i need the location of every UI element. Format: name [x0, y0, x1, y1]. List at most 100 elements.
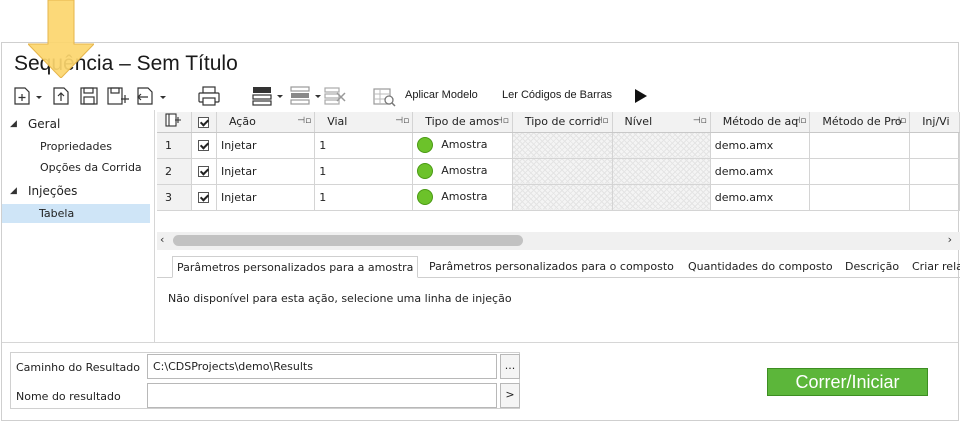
cell-sample-type[interactable]: Amostra: [412, 184, 513, 211]
play-icon: [635, 89, 647, 103]
cell-run-type: [512, 184, 613, 211]
cell-proc-method[interactable]: [809, 132, 911, 159]
cell-level: [612, 184, 711, 211]
scrollbar-thumb[interactable]: [173, 235, 523, 246]
scroll-right-icon[interactable]: ›: [948, 233, 952, 246]
play-button[interactable]: [630, 84, 650, 108]
cell-sample-type[interactable]: Amostra: [412, 158, 513, 185]
row-checkbox[interactable]: [191, 184, 217, 211]
down-arrow-highlight-icon: [28, 0, 94, 78]
save-as-icon: [107, 87, 129, 105]
cell-proc-method[interactable]: [809, 158, 911, 185]
insert-rows-button[interactable]: [250, 84, 286, 108]
navigation-tree: ◢ Geral Propriedades Opções da Corrida ◢…: [2, 111, 154, 341]
tree-group-geral[interactable]: ◢ Geral: [10, 117, 60, 131]
row-checkbox[interactable]: [191, 132, 217, 159]
column-header-tipo-corrida[interactable]: Tipo de corrid ⊣▫: [512, 112, 613, 133]
apply-model-icon-button[interactable]: [370, 84, 398, 108]
printer-icon: [198, 86, 220, 106]
cell-inj-vial[interactable]: [909, 184, 960, 211]
tab-compound-custom-params[interactable]: Parâmetros personalizados para o compost…: [425, 256, 678, 278]
tree-group-injecoes[interactable]: ◢ Injeções: [10, 184, 77, 198]
sample-status-dot-icon: [417, 137, 434, 153]
tree-item-opcoes-corrida[interactable]: Opções da Corrida: [40, 161, 142, 174]
result-path-input[interactable]: C:\CDSProjects\demo\Results: [147, 354, 497, 379]
checkbox-checked-icon[interactable]: [198, 166, 210, 177]
horizontal-scrollbar[interactable]: ‹ ›: [157, 232, 960, 250]
row-checkbox[interactable]: [191, 158, 217, 185]
fill-down-button[interactable]: [288, 84, 324, 108]
column-header-vial[interactable]: Vial ⊣▫: [314, 112, 414, 133]
tree-item-propriedades[interactable]: Propriedades: [40, 140, 112, 153]
cell-inj-vial[interactable]: [909, 132, 960, 159]
read-barcodes-button[interactable]: Ler Códigos de Barras: [502, 89, 612, 101]
column-header-label: Nível: [624, 115, 653, 129]
column-header-metodo-processamento[interactable]: Método de Pro ⊣▫: [809, 112, 911, 133]
add-column-header-button[interactable]: [157, 112, 193, 133]
table-row[interactable]: 2 Injetar 1 Amostra demo.amx: [157, 158, 960, 185]
cell-sample-type[interactable]: Amostra: [412, 132, 513, 159]
cell-inj-vial[interactable]: [909, 158, 960, 185]
cell-acq-method[interactable]: demo.amx: [710, 158, 811, 185]
save-button[interactable]: [78, 84, 100, 108]
pin-icon[interactable]: ⊣▫: [297, 116, 311, 126]
column-header-nivel[interactable]: Nível ⊣▫: [612, 112, 711, 133]
pin-icon[interactable]: ⊣▫: [595, 116, 609, 126]
select-all-checkbox[interactable]: [191, 112, 217, 133]
tab-sample-custom-params[interactable]: Parâmetros personalizados para a amostra: [172, 256, 419, 278]
pin-icon[interactable]: ⊣▫: [395, 116, 409, 126]
apply-model-button[interactable]: Aplicar Modelo: [405, 89, 478, 101]
horizontal-splitter[interactable]: [2, 342, 958, 343]
checkbox-checked-icon[interactable]: [198, 192, 210, 203]
sample-status-dot-icon: [417, 163, 434, 179]
print-button[interactable]: [196, 84, 222, 108]
detail-tabs: Parâmetros personalizados para a amostra…: [157, 256, 960, 278]
save-as-button[interactable]: [106, 84, 130, 108]
cell-proc-method[interactable]: [809, 184, 911, 211]
cell-vial[interactable]: 1: [314, 158, 414, 185]
save-icon: [80, 87, 98, 105]
cell-run-type: [512, 132, 613, 159]
tree-item-tabela[interactable]: Tabela: [2, 204, 150, 223]
result-path-label: Caminho do Resultado: [16, 361, 141, 374]
scroll-left-icon[interactable]: ‹: [160, 233, 164, 246]
checkbox-checked-icon[interactable]: [198, 140, 210, 151]
vertical-splitter[interactable]: [154, 110, 155, 342]
new-file-icon: [14, 87, 42, 105]
cell-acq-method[interactable]: demo.amx: [710, 184, 811, 211]
export-file-icon: [137, 87, 166, 105]
tab-compound-quantities[interactable]: Quantidades do composto: [684, 256, 837, 278]
collapse-triangle-icon[interactable]: ◢: [10, 119, 20, 129]
delete-rows-button[interactable]: [322, 84, 348, 108]
tab-description[interactable]: Descrição: [841, 256, 903, 278]
pin-icon[interactable]: ⊣▫: [693, 116, 707, 126]
export-button[interactable]: [134, 84, 170, 108]
cell-acq-method[interactable]: demo.amx: [710, 132, 811, 159]
table-row[interactable]: 1 Injetar 1 Amostra demo.amx: [157, 132, 960, 159]
pin-icon[interactable]: ⊣▫: [495, 116, 509, 126]
cell-vial[interactable]: 1: [314, 132, 414, 159]
import-button[interactable]: [50, 84, 72, 108]
result-name-input[interactable]: [147, 383, 497, 408]
tree-group-label: Geral: [28, 117, 61, 131]
cell-action[interactable]: Injetar: [216, 158, 316, 185]
table-row[interactable]: 3 Injetar 1 Amostra demo.amx: [157, 184, 960, 211]
checkbox-checked-icon[interactable]: [198, 116, 210, 128]
run-start-button[interactable]: Correr/Iniciar: [767, 368, 928, 396]
pin-icon[interactable]: ⊣▫: [892, 116, 906, 126]
collapse-triangle-icon[interactable]: ◢: [10, 186, 20, 196]
pin-icon[interactable]: ⊣▫: [792, 116, 806, 126]
column-header-label: Método de aq: [722, 115, 799, 129]
new-sequence-button[interactable]: [12, 84, 46, 108]
column-header-tipo-amostra[interactable]: Tipo de amos ⊣▫: [412, 112, 513, 133]
expand-name-button[interactable]: >: [500, 383, 520, 408]
browse-button[interactable]: ...: [500, 354, 520, 379]
column-header-acao[interactable]: Ação ⊣▫: [216, 112, 316, 133]
cell-action[interactable]: Injetar: [216, 132, 316, 159]
cell-action[interactable]: Injetar: [216, 184, 316, 211]
cell-vial[interactable]: 1: [314, 184, 414, 211]
column-header-metodo-aquisicao[interactable]: Método de aq ⊣▫: [710, 112, 811, 133]
tab-create-report[interactable]: Criar rela: [908, 256, 960, 278]
upload-file-icon: [53, 87, 69, 105]
column-header-inj-vial[interactable]: Inj/Vi: [909, 112, 960, 133]
